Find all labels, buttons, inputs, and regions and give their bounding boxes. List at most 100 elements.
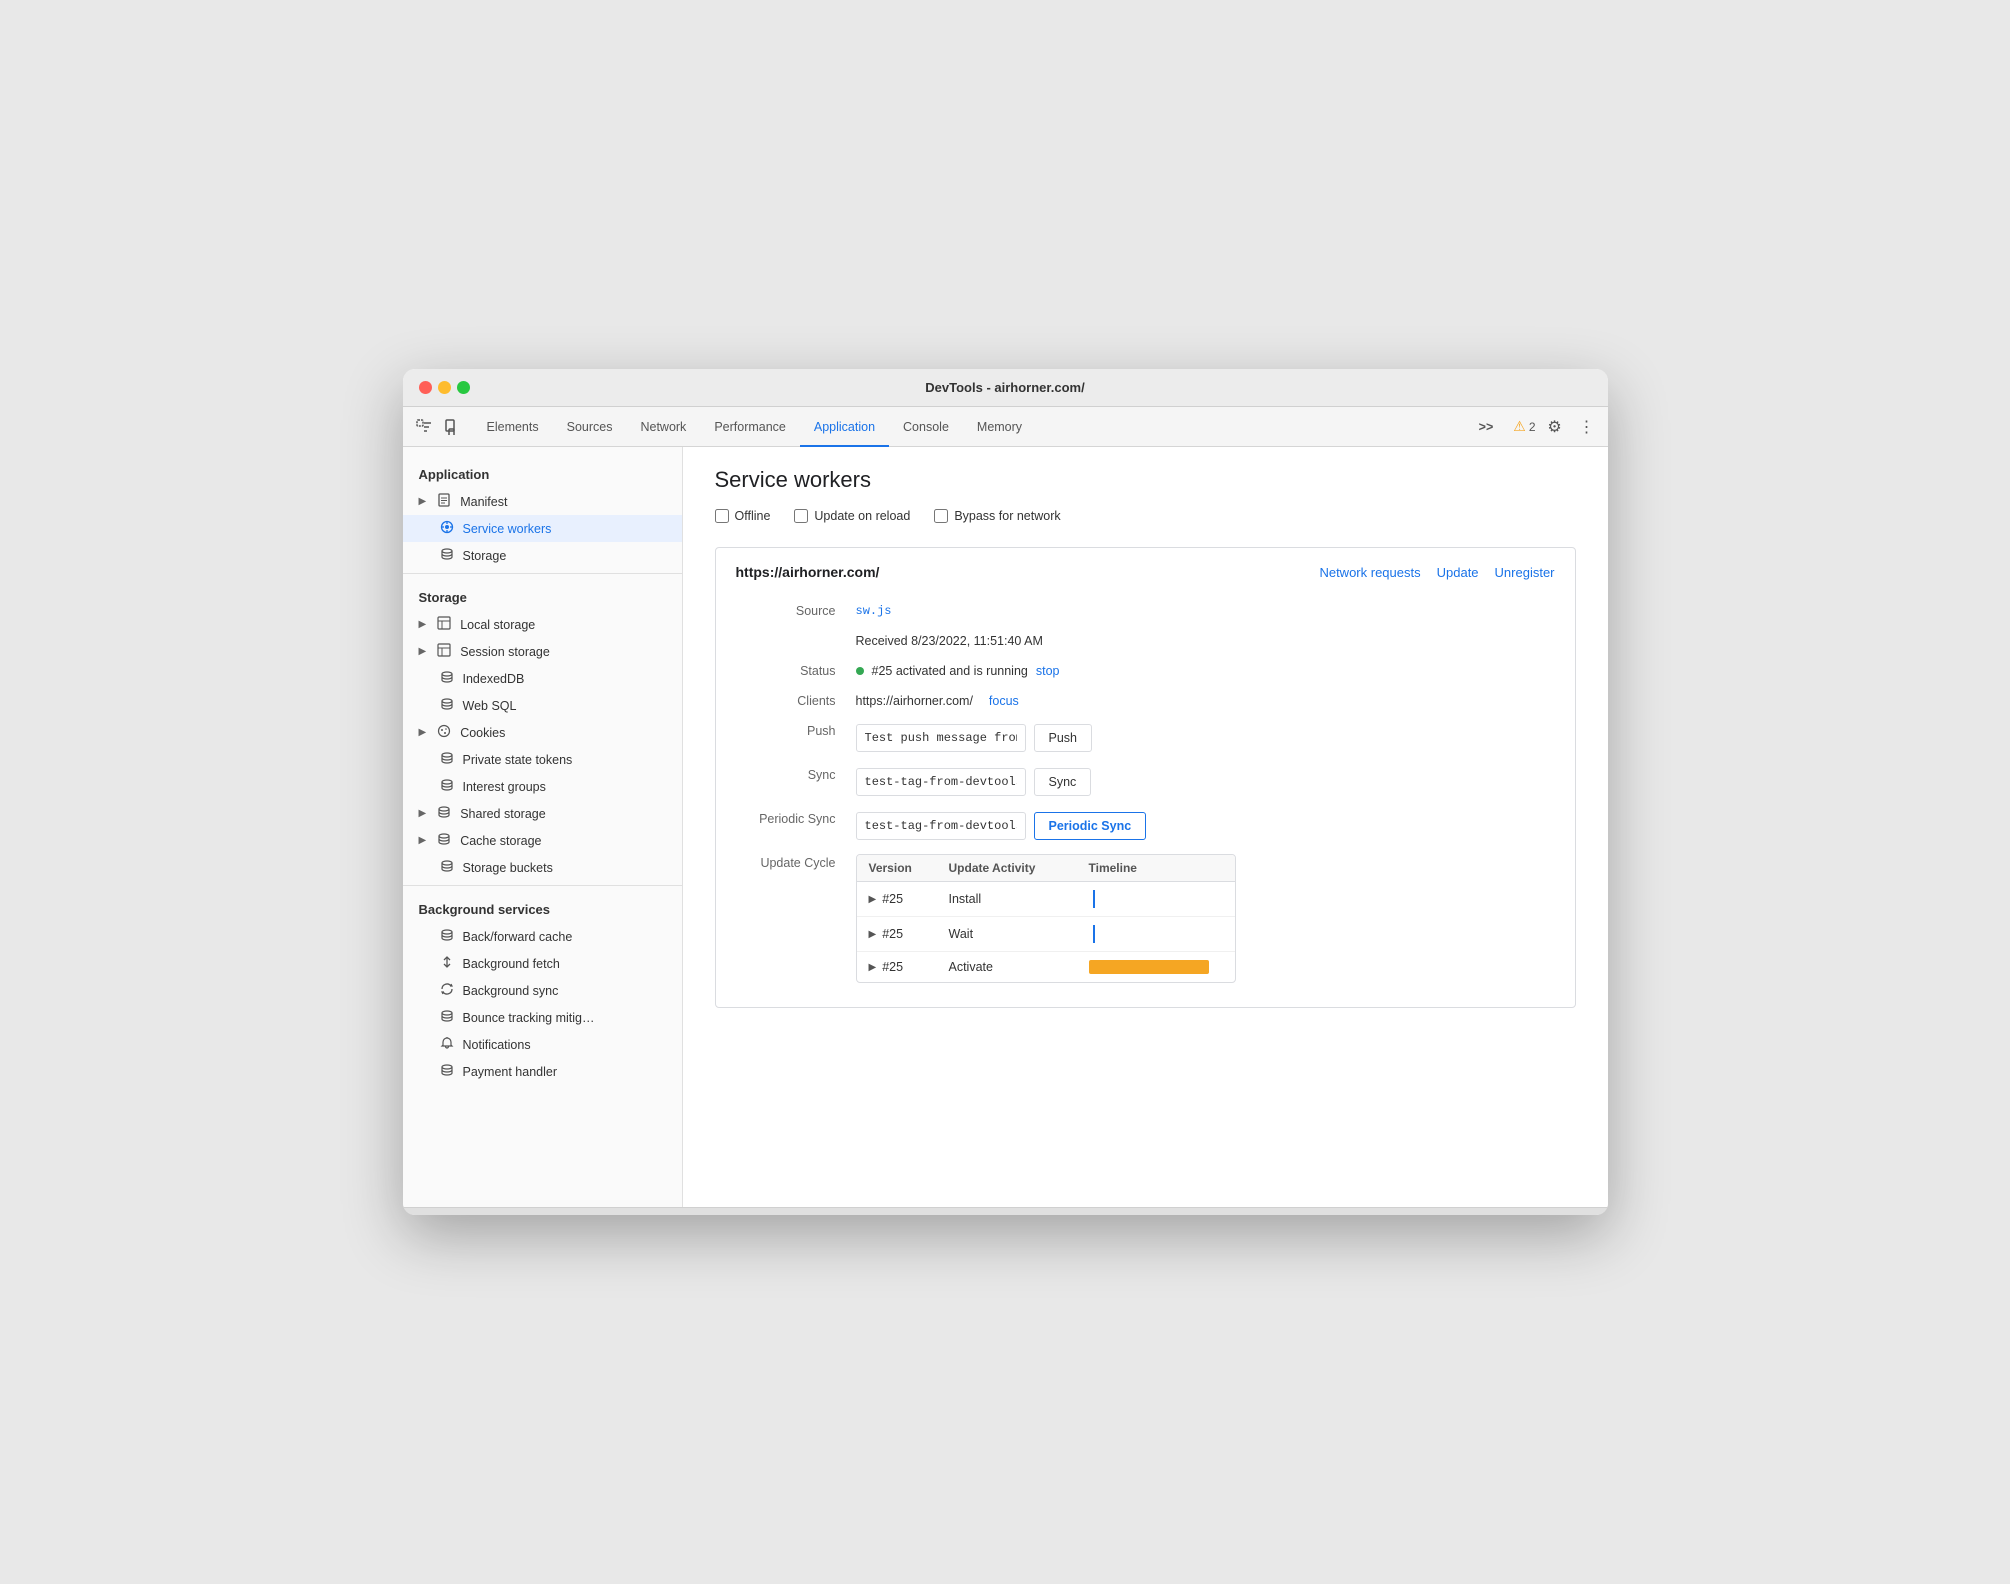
sidebar-item-storage-buckets[interactable]: Storage buckets bbox=[403, 854, 682, 881]
bypass-for-network-label: Bypass for network bbox=[954, 509, 1060, 523]
sidebar-item-service-workers[interactable]: Service workers bbox=[403, 515, 682, 542]
sidebar-item-back-forward-cache[interactable]: Back/forward cache bbox=[403, 923, 682, 950]
private-state-tokens-icon bbox=[439, 751, 455, 768]
traffic-lights bbox=[419, 381, 470, 394]
sw-details: Source sw.js Received 8/23/2022, 11:51:4… bbox=[736, 596, 1555, 991]
periodic-sync-button[interactable]: Periodic Sync bbox=[1034, 812, 1147, 840]
service-workers-icon bbox=[439, 520, 455, 537]
push-input[interactable] bbox=[856, 724, 1026, 752]
sync-input[interactable] bbox=[856, 768, 1026, 796]
web-sql-icon bbox=[439, 697, 455, 714]
timeline-line-wait bbox=[1093, 925, 1095, 943]
uc-wait-version: #25 bbox=[882, 927, 903, 941]
uc-row-activate: ▶ #25 Activate bbox=[857, 952, 1235, 982]
tab-elements[interactable]: Elements bbox=[473, 408, 553, 447]
tab-sources[interactable]: Sources bbox=[553, 408, 627, 447]
sidebar-item-shared-storage[interactable]: ▶ Shared storage bbox=[403, 800, 682, 827]
more-button[interactable]: ⋮ bbox=[1574, 414, 1600, 440]
tab-application[interactable]: Application bbox=[800, 408, 889, 447]
minimize-button[interactable] bbox=[438, 381, 451, 394]
sidebar-item-bounce-tracking[interactable]: Bounce tracking mitig… bbox=[403, 1004, 682, 1031]
sidebar-notifications-label: Notifications bbox=[463, 1038, 531, 1052]
sidebar-item-indexeddb[interactable]: IndexedDB bbox=[403, 665, 682, 692]
storage-buckets-icon bbox=[439, 859, 455, 876]
sidebar-item-interest-groups[interactable]: Interest groups bbox=[403, 773, 682, 800]
warning-icon: ⚠ bbox=[1513, 418, 1526, 435]
sidebar-item-local-storage[interactable]: ▶ Local storage bbox=[403, 611, 682, 638]
sidebar-item-session-storage[interactable]: ▶ Session storage bbox=[403, 638, 682, 665]
source-link[interactable]: sw.js bbox=[856, 604, 892, 618]
more-tabs-btn[interactable]: >> bbox=[1465, 420, 1508, 436]
timeline-bar-activate bbox=[1089, 960, 1209, 974]
local-storage-icon bbox=[436, 616, 452, 633]
sidebar-private-state-tokens-label: Private state tokens bbox=[463, 753, 573, 767]
bypass-for-network-checkbox-label[interactable]: Bypass for network bbox=[934, 509, 1060, 523]
sw-links: Network requests Update Unregister bbox=[1319, 565, 1554, 580]
sidebar-item-cookies[interactable]: ▶ Cookies bbox=[403, 719, 682, 746]
sidebar-item-background-fetch[interactable]: Background fetch bbox=[403, 950, 682, 977]
stop-link[interactable]: stop bbox=[1036, 664, 1060, 678]
sidebar-back-forward-cache-label: Back/forward cache bbox=[463, 930, 573, 944]
sidebar-item-private-state-tokens[interactable]: Private state tokens bbox=[403, 746, 682, 773]
uc-timeline-install bbox=[1077, 882, 1235, 916]
sidebar-item-cache-storage[interactable]: ▶ Cache storage bbox=[403, 827, 682, 854]
uc-activity-activate: Activate bbox=[937, 952, 1077, 982]
sidebar-background-fetch-label: Background fetch bbox=[463, 957, 560, 971]
sidebar-item-background-sync[interactable]: Background sync bbox=[403, 977, 682, 1004]
cache-storage-icon bbox=[436, 832, 452, 849]
tabs: Elements Sources Network Performance App… bbox=[473, 407, 1465, 446]
uc-install-arrow[interactable]: ▶ bbox=[869, 894, 877, 905]
received-value: Received 8/23/2022, 11:51:40 AM bbox=[856, 626, 1555, 656]
unregister-link[interactable]: Unregister bbox=[1495, 565, 1555, 580]
sidebar: Application ▶ Manifest Service workers bbox=[403, 447, 683, 1207]
sync-value: Sync bbox=[856, 760, 1555, 804]
periodic-sync-label: Periodic Sync bbox=[736, 804, 856, 848]
sidebar-item-web-sql[interactable]: Web SQL bbox=[403, 692, 682, 719]
uc-activity-install: Install bbox=[937, 882, 1077, 916]
offline-label: Offline bbox=[735, 509, 771, 523]
clients-label: Clients bbox=[736, 686, 856, 716]
status-label: Status bbox=[736, 656, 856, 686]
update-link[interactable]: Update bbox=[1437, 565, 1479, 580]
sync-button[interactable]: Sync bbox=[1034, 768, 1092, 796]
periodic-sync-input[interactable] bbox=[856, 812, 1026, 840]
payment-handler-icon bbox=[439, 1063, 455, 1080]
update-on-reload-checkbox-label[interactable]: Update on reload bbox=[794, 509, 910, 523]
source-value: sw.js bbox=[856, 596, 1555, 626]
sw-url-row: https://airhorner.com/ Network requests … bbox=[736, 564, 1555, 580]
sidebar-item-notifications[interactable]: Notifications bbox=[403, 1031, 682, 1058]
window-title: DevTools - airhorner.com/ bbox=[925, 380, 1084, 395]
device-toolbar-icon[interactable] bbox=[439, 414, 465, 440]
settings-button[interactable]: ⚙ bbox=[1542, 414, 1568, 440]
bypass-for-network-checkbox[interactable] bbox=[934, 509, 948, 523]
tab-network[interactable]: Network bbox=[626, 408, 700, 447]
offline-checkbox-label[interactable]: Offline bbox=[715, 509, 771, 523]
update-on-reload-checkbox[interactable] bbox=[794, 509, 808, 523]
focus-link[interactable]: focus bbox=[989, 694, 1019, 708]
uc-activity-wait: Wait bbox=[937, 917, 1077, 951]
horizontal-scrollbar[interactable] bbox=[403, 1207, 1608, 1215]
sidebar-section-application: Application bbox=[403, 455, 682, 488]
offline-checkbox[interactable] bbox=[715, 509, 729, 523]
close-button[interactable] bbox=[419, 381, 432, 394]
tab-console[interactable]: Console bbox=[889, 408, 963, 447]
toolbar: Elements Sources Network Performance App… bbox=[403, 407, 1608, 447]
push-button[interactable]: Push bbox=[1034, 724, 1093, 752]
devtools-window: DevTools - airhorner.com/ Elements bbox=[403, 369, 1608, 1215]
uc-activate-arrow[interactable]: ▶ bbox=[869, 962, 877, 973]
bounce-tracking-icon bbox=[439, 1009, 455, 1026]
sidebar-payment-handler-label: Payment handler bbox=[463, 1065, 558, 1079]
sidebar-item-manifest[interactable]: ▶ Manifest bbox=[403, 488, 682, 515]
tab-memory[interactable]: Memory bbox=[963, 408, 1036, 447]
network-requests-link[interactable]: Network requests bbox=[1319, 565, 1420, 580]
background-sync-icon bbox=[439, 982, 455, 999]
maximize-button[interactable] bbox=[457, 381, 470, 394]
sidebar-item-storage-app[interactable]: Storage bbox=[403, 542, 682, 569]
tab-performance[interactable]: Performance bbox=[700, 408, 800, 447]
warning-badge[interactable]: ⚠ 2 bbox=[1513, 418, 1535, 435]
cookies-icon bbox=[436, 724, 452, 741]
inspect-icon[interactable] bbox=[411, 414, 437, 440]
sidebar-item-payment-handler[interactable]: Payment handler bbox=[403, 1058, 682, 1085]
uc-wait-arrow[interactable]: ▶ bbox=[869, 929, 877, 940]
push-label: Push bbox=[736, 716, 856, 760]
